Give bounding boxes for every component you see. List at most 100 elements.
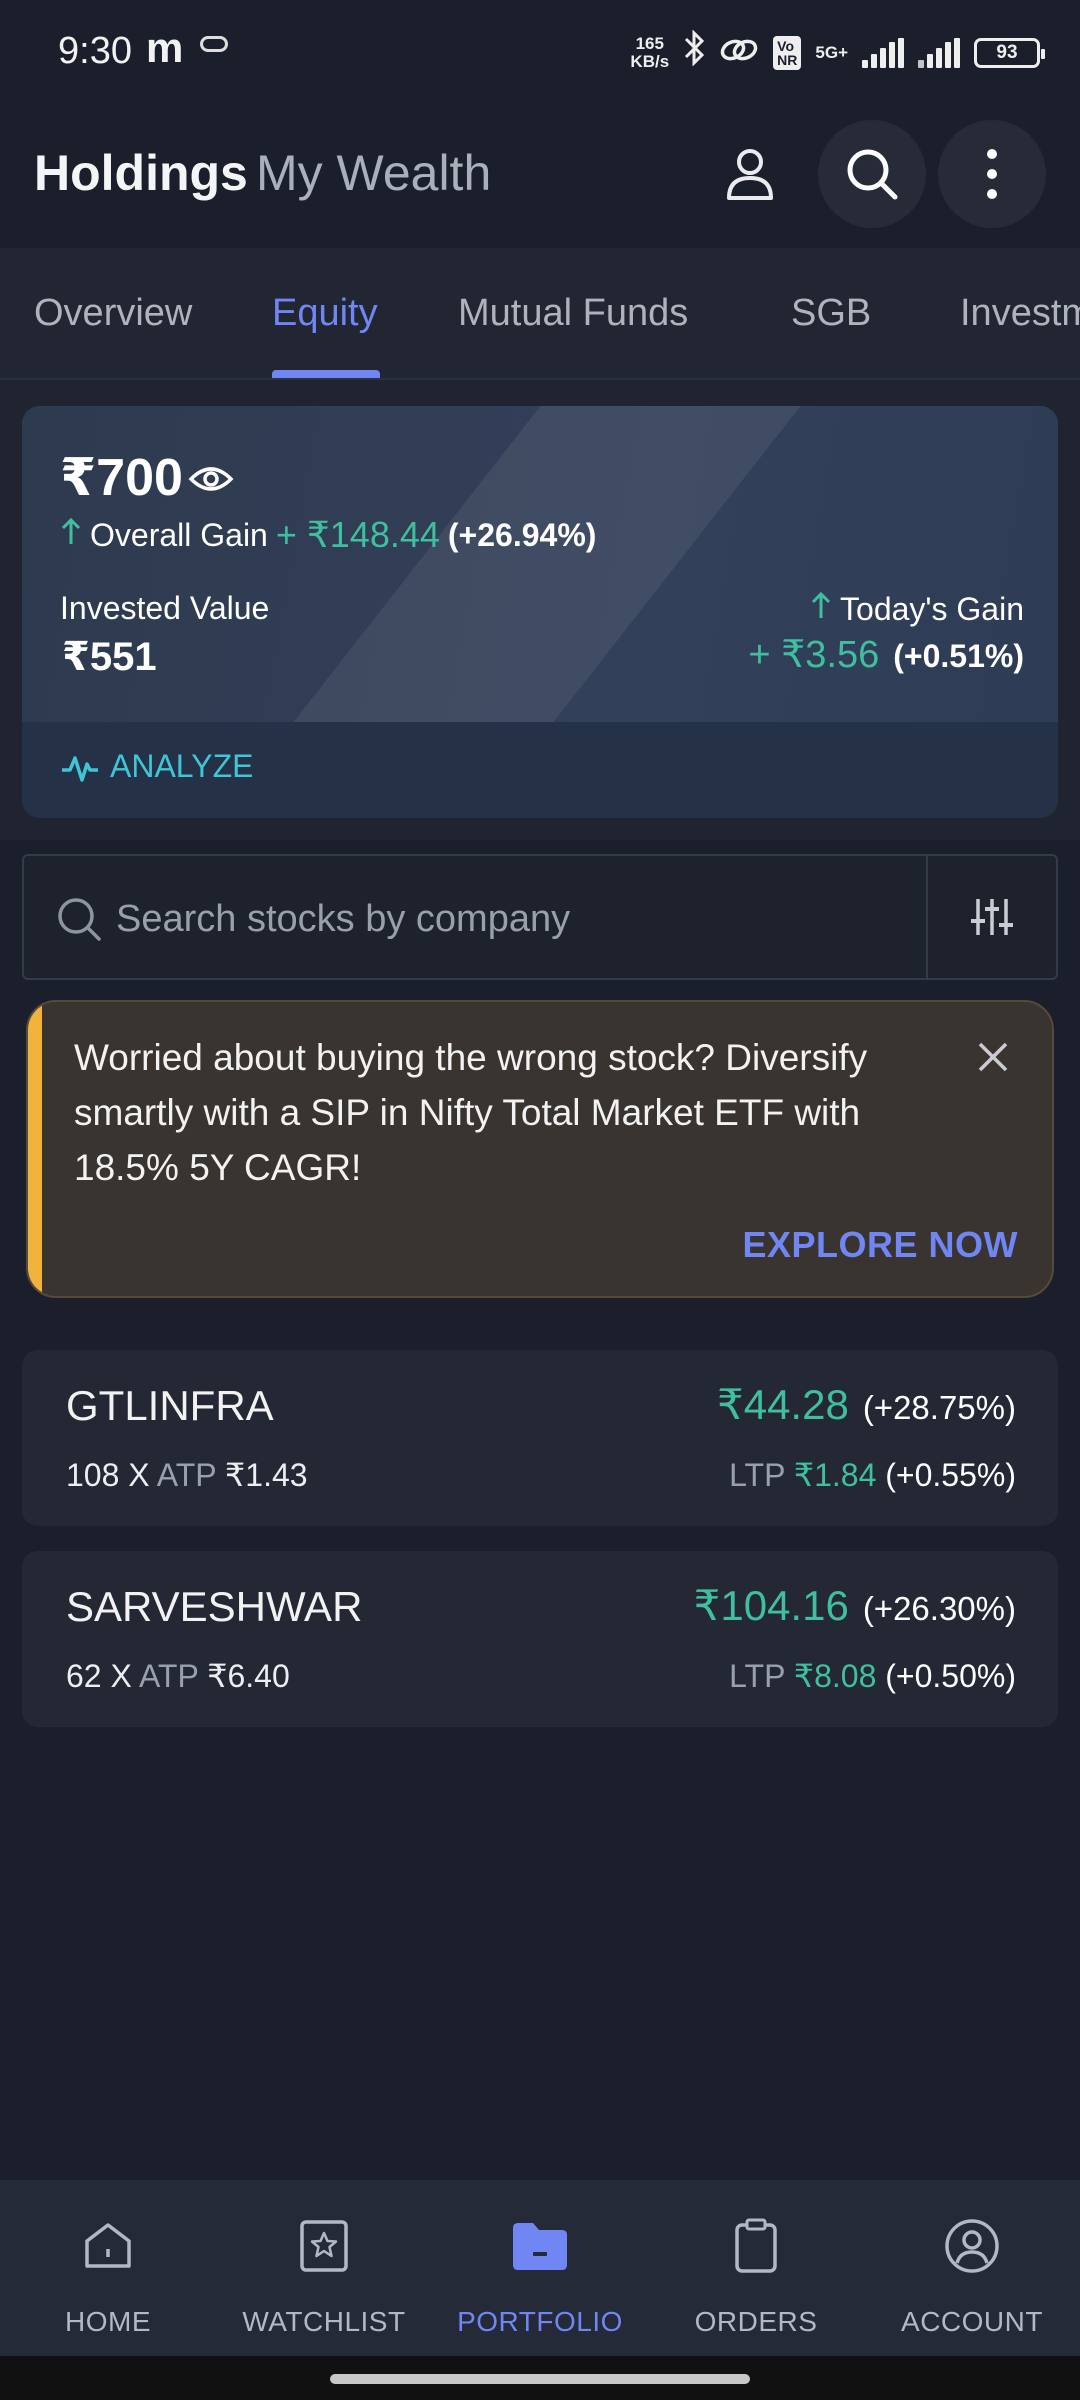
battery-level: 93 xyxy=(996,41,1018,63)
nav-portfolio[interactable]: PORTFOLIO xyxy=(432,2180,648,2356)
volte-icon: Vo NR xyxy=(773,35,802,70)
holding-row-gtlinfra[interactable]: GTLINFRA 108 X ATP ₹1.43 ₹44.28 (+28.75%… xyxy=(22,1350,1058,1526)
current-value: ₹700 xyxy=(60,449,183,507)
gesture-handle[interactable] xyxy=(330,2374,750,2384)
nav-orders[interactable]: ORDERS xyxy=(648,2180,864,2356)
network-speed-value: 165 xyxy=(635,33,664,53)
gain-up-arrow-icon xyxy=(60,516,82,554)
nav-account-label: ACCOUNT xyxy=(901,2306,1043,2337)
holding-qty-x: X xyxy=(110,1658,132,1694)
todays-gain-label: Today's Gain xyxy=(840,590,1024,627)
invested-value-label: Invested Value xyxy=(60,590,270,626)
search-field-icon xyxy=(58,898,101,941)
filter-sliders-icon xyxy=(971,899,1013,935)
network-speed-unit: KB/s xyxy=(630,51,670,71)
status-time: 9:30 xyxy=(58,30,132,72)
holding-value-row: ₹104.16 (+26.30%) xyxy=(694,1581,1016,1630)
tab-mutual-funds[interactable]: Mutual Funds xyxy=(458,292,688,335)
signal-bars-icon xyxy=(862,37,904,68)
todays-gain-up-arrow-icon xyxy=(810,590,832,628)
app-header: Holdings My Wealth xyxy=(0,100,1080,248)
profile-icon xyxy=(727,149,773,200)
nav-orders-label: ORDERS xyxy=(694,2306,818,2337)
link-icon xyxy=(200,36,228,52)
hotspot-link-icon xyxy=(719,35,759,70)
holding-atp: ₹6.40 xyxy=(207,1658,290,1694)
overall-gain-pct: (+26.94%) xyxy=(447,516,597,553)
signal-bars-2-icon xyxy=(918,37,960,68)
explore-now-button[interactable]: EXPLORE NOW xyxy=(742,1224,1018,1266)
holding-qty-atp: 62 X ATP ₹6.40 xyxy=(66,1657,290,1695)
overall-gain-value: + ₹148.44 xyxy=(275,514,440,555)
holding-ltp-label: LTP xyxy=(729,1457,785,1493)
search-icon xyxy=(847,149,898,200)
toggle-visibility-button[interactable] xyxy=(188,464,234,499)
overall-gain-label: Overall Gain xyxy=(90,516,268,553)
nav-portfolio-label: PORTFOLIO xyxy=(457,2306,623,2337)
holding-symbol: GTLINFRA xyxy=(66,1382,274,1429)
holding-value: ₹104.16 xyxy=(693,1582,849,1629)
nav-watchlist-label: WATCHLIST xyxy=(242,2306,406,2337)
holding-atp: ₹1.43 xyxy=(224,1457,308,1493)
holding-ltp-row: LTP ₹1.84 (+0.55%) xyxy=(729,1456,1016,1494)
holding-ltp: ₹1.84 xyxy=(793,1457,877,1493)
home-icon xyxy=(81,2210,135,2282)
eye-icon xyxy=(188,467,234,491)
todays-gain-pct: (+0.51%) xyxy=(893,638,1024,674)
profile-button[interactable] xyxy=(696,120,804,228)
invested-value: ₹551 xyxy=(62,635,157,679)
battery-icon: 93 xyxy=(974,37,1045,68)
tab-overview[interactable]: Overview xyxy=(34,292,192,335)
nav-account[interactable]: ACCOUNT xyxy=(864,2180,1080,2356)
promo-text: Worried about buying the wrong stock? Di… xyxy=(74,1037,868,1188)
holding-value-pct: (+28.75%) xyxy=(862,1389,1016,1426)
app-notification-icon: m xyxy=(146,24,184,71)
holding-ltp-pct: (+0.50%) xyxy=(885,1658,1016,1694)
holding-ltp-label: LTP xyxy=(729,1658,785,1694)
portfolio-summary-card: ₹700 Overall Gain + ₹148.44 (+26.94%) In… xyxy=(22,406,1058,818)
holdings-tabs: Overview Equity Mutual Funds SGB Investm xyxy=(0,248,1080,380)
active-tab-indicator xyxy=(272,370,380,378)
bottom-navigation: HOME WATCHLIST PORTFOLIO ORDERS ACCOUNT xyxy=(0,2180,1080,2356)
status-indicators: 165 KB/s Vo NR 5G+ 93 xyxy=(630,29,1045,75)
holding-value: ₹44.28 xyxy=(716,1381,849,1428)
holding-ltp-pct: (+0.55%) xyxy=(885,1457,1016,1493)
analyze-label: ANALYZE xyxy=(110,748,254,784)
nav-home-label: HOME xyxy=(65,2306,151,2337)
my-wealth-link[interactable]: My Wealth xyxy=(256,144,491,202)
todays-gain-value: + ₹3.56 xyxy=(748,634,880,676)
tab-sgb[interactable]: SGB xyxy=(791,292,871,335)
promo-accent-bar xyxy=(28,1002,42,1296)
more-options-button[interactable] xyxy=(938,120,1046,228)
promo-close-button[interactable] xyxy=(976,1040,1010,1079)
orders-clipboard-icon xyxy=(734,2210,778,2282)
holding-qty: 108 xyxy=(66,1457,120,1493)
network-type-label: 5G+ xyxy=(815,42,848,62)
stock-search-bar: Search stocks by company xyxy=(22,854,1058,980)
todays-gain-label-row: Today's Gain xyxy=(810,590,1024,628)
holding-row-sarveshwar[interactable]: SARVESHWAR 62 X ATP ₹6.40 ₹104.16 (+26.3… xyxy=(22,1551,1058,1727)
analyze-button[interactable]: ANALYZE xyxy=(60,748,253,785)
filter-button[interactable] xyxy=(926,856,1058,978)
tab-equity[interactable]: Equity xyxy=(272,292,378,335)
holding-atp-label: ATP xyxy=(156,1457,217,1493)
search-button[interactable] xyxy=(818,120,926,228)
page-title: Holdings xyxy=(34,145,248,201)
holding-qty-atp: 108 X ATP ₹1.43 xyxy=(66,1456,308,1494)
overall-gain-row: Overall Gain + ₹148.44 (+26.94%) xyxy=(60,514,596,556)
nav-watchlist[interactable]: WATCHLIST xyxy=(216,2180,432,2356)
nav-home[interactable]: HOME xyxy=(0,2180,216,2356)
account-user-icon xyxy=(944,2210,1000,2282)
tab-investments[interactable]: Investm xyxy=(960,292,1080,335)
pulse-icon xyxy=(62,755,98,782)
holding-symbol: SARVESHWAR xyxy=(66,1583,363,1630)
promo-banner: Worried about buying the wrong stock? Di… xyxy=(26,1000,1054,1298)
search-input[interactable]: Search stocks by company xyxy=(116,898,570,941)
more-vertical-icon xyxy=(987,149,997,199)
status-bar: 9:30 m 165 KB/s Vo NR 5G+ 93 xyxy=(0,0,1080,100)
holding-value-pct: (+26.30%) xyxy=(862,1590,1016,1627)
close-icon xyxy=(978,1042,1008,1072)
watchlist-star-icon xyxy=(299,2210,349,2282)
holding-qty-x: X xyxy=(128,1457,150,1493)
holding-qty: 62 xyxy=(66,1658,102,1694)
